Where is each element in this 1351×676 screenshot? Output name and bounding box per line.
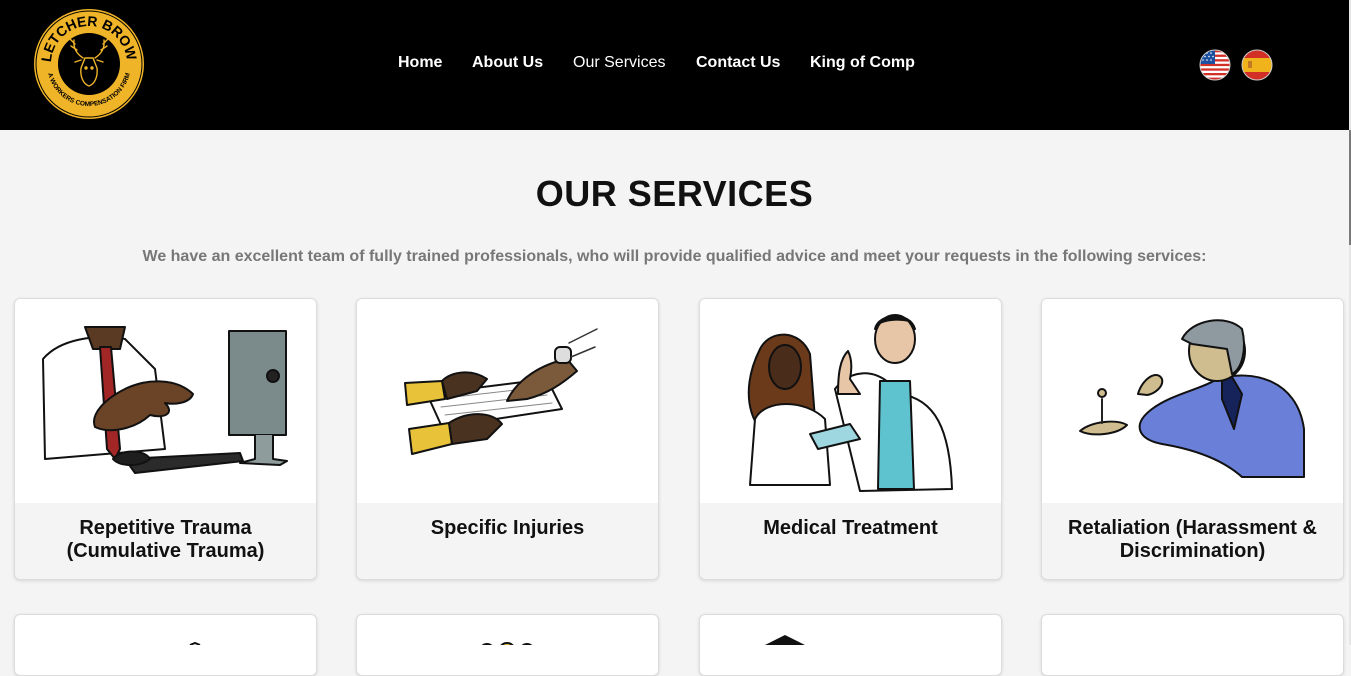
repetitive-trauma-illustration	[15, 299, 316, 503]
nav-contact-us[interactable]: Contact Us	[696, 54, 780, 72]
service-card-specific-injuries[interactable]: Specific Injuries	[356, 298, 659, 580]
nav-home[interactable]: Home	[398, 54, 442, 72]
site-header: FLETCHER BROWN A WORKERS COMPENSATION FI…	[0, 0, 1349, 130]
service-card-row2-2[interactable]	[356, 614, 659, 676]
specific-injuries-illustration	[357, 299, 658, 503]
service-title: Medical Treatment	[763, 517, 938, 539]
nav-our-services[interactable]: Our Services	[573, 54, 665, 72]
service-title: Retaliation (Harassment & Discrimination…	[1068, 517, 1317, 562]
service-card-row2-1[interactable]	[14, 614, 317, 676]
us-flag-icon[interactable]	[1199, 49, 1231, 81]
medical-treatment-illustration	[700, 299, 1001, 503]
services-intro: We have an excellent team of fully train…	[142, 248, 1207, 265]
spain-flag-icon[interactable]	[1241, 49, 1273, 81]
service-title: Specific Injuries	[430, 517, 585, 539]
page-title: OUR SERVICES	[535, 173, 814, 214]
service-title: Repetitive Trauma (Cumulative Trauma)	[66, 517, 265, 562]
service-card-medical-treatment[interactable]: Medical Treatment	[699, 298, 1002, 580]
service-card-row2-3[interactable]	[699, 614, 1002, 676]
main-nav: Home About Us Our Services Contact Us Ki…	[0, 54, 1349, 76]
service-card-row2-4[interactable]	[1041, 614, 1344, 676]
retaliation-illustration	[1042, 299, 1343, 503]
service-card-retaliation[interactable]: Retaliation (Harassment & Discrimination…	[1041, 298, 1344, 580]
nav-king-of-comp[interactable]: King of Comp	[810, 54, 915, 72]
nav-about-us[interactable]: About Us	[472, 54, 543, 72]
service-card-repetitive-trauma[interactable]: Repetitive Trauma (Cumulative Trauma)	[14, 298, 317, 580]
